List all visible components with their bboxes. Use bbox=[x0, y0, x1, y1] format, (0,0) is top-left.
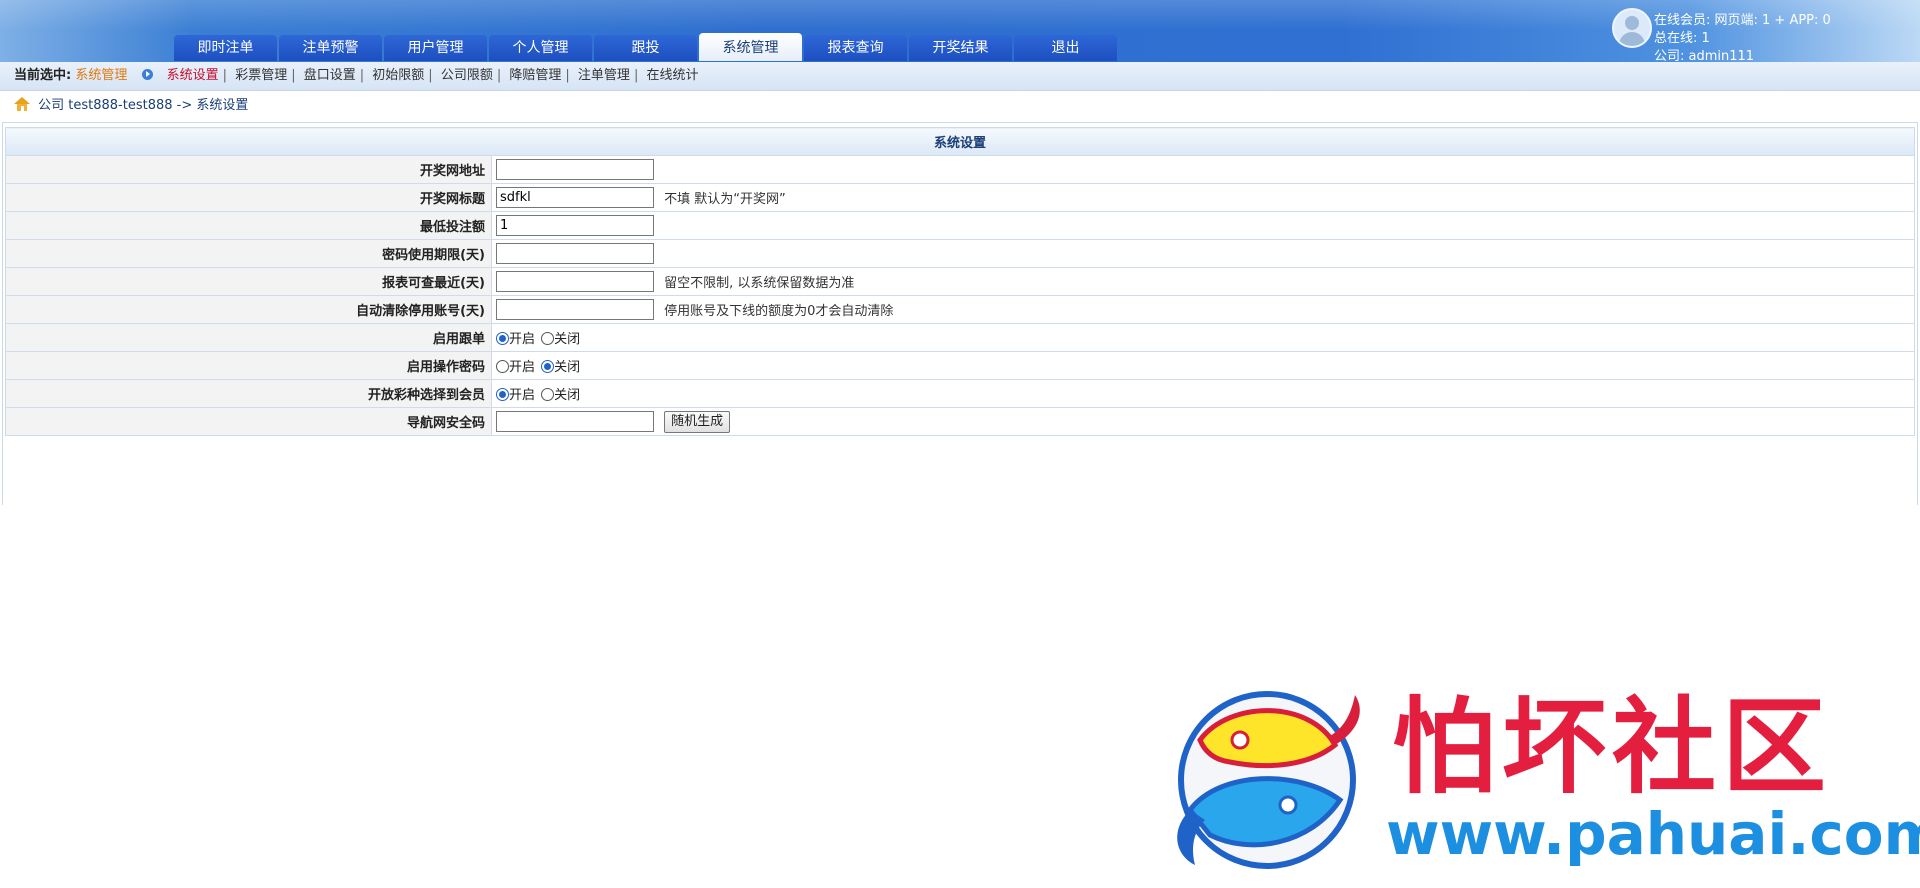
enable-follow-radio-group: 开启 关闭 bbox=[496, 328, 582, 347]
tab-follow-bet[interactable]: 跟投 bbox=[594, 35, 697, 61]
tab-realtime-bets[interactable]: 即时注单 bbox=[174, 35, 277, 61]
radio-label-on: 开启 bbox=[509, 388, 536, 403]
setting-row-min-bet: 最低投注额 bbox=[5, 211, 1915, 240]
tab-bet-warning[interactable]: 注单预警 bbox=[279, 35, 382, 61]
draw-site-title-input[interactable] bbox=[496, 187, 654, 208]
enable-follow-off-radio[interactable] bbox=[541, 332, 555, 345]
tab-logout[interactable]: 退出 bbox=[1014, 35, 1117, 61]
tab-draw-results[interactable]: 开奖结果 bbox=[909, 35, 1012, 61]
current-selection-value: 系统管理 bbox=[75, 68, 128, 83]
setting-row-operation-password: 启用操作密码 开启 关闭 bbox=[5, 351, 1915, 380]
subnav-link-handicap-settings[interactable]: 盘口设置 bbox=[304, 68, 356, 83]
main-nav-tabs: 即时注单 注单预警 用户管理 个人管理 跟投 系统管理 报表查询 开奖结果 退出 bbox=[174, 33, 1119, 61]
setting-label: 自动清除停用账号(天) bbox=[5, 295, 492, 324]
settings-title: 系统设置 bbox=[5, 127, 1915, 156]
report-days-hint: 留空不限制, 以系统保留数据为准 bbox=[664, 276, 855, 291]
member-lottery-choice-off-radio[interactable] bbox=[541, 388, 555, 401]
member-lottery-choice-on-radio[interactable] bbox=[496, 388, 509, 401]
top-header: 即时注单 注单预警 用户管理 个人管理 跟投 系统管理 报表查询 开奖结果 退出… bbox=[0, 0, 1920, 64]
tab-user-management[interactable]: 用户管理 bbox=[384, 35, 487, 61]
setting-row-member-lottery-choice: 开放彩种选择到会员 开启 关闭 bbox=[5, 379, 1915, 408]
draw-site-title-hint: 不填 默认为“开奖网” bbox=[664, 192, 786, 207]
setting-label: 开奖网地址 bbox=[5, 155, 492, 184]
setting-value-cell: 留空不限制, 以系统保留数据为准 bbox=[491, 267, 1915, 296]
settings-table: 系统设置 开奖网地址 开奖网标题 不填 默认为“开奖网” 最低投注额 密码使用期… bbox=[5, 127, 1915, 436]
settings-panel: 系统设置 开奖网地址 开奖网标题 不填 默认为“开奖网” 最低投注额 密码使用期… bbox=[2, 122, 1918, 505]
tab-system-management[interactable]: 系统管理 bbox=[699, 33, 802, 61]
setting-label: 密码使用期限(天) bbox=[5, 239, 492, 268]
subnav-link-odds-reduction[interactable]: 降赔管理 bbox=[509, 68, 561, 83]
watermark-title: 怕坏社区 bbox=[1392, 685, 1833, 808]
user-info-panel: 在线会员: 网页端: 1 + APP: 0 总在线: 1 公司: admin11… bbox=[1612, 8, 1912, 64]
home-icon bbox=[14, 97, 30, 111]
setting-value-cell bbox=[491, 211, 1915, 240]
subnav-link-company-limits[interactable]: 公司限额 bbox=[441, 68, 493, 83]
setting-row-nav-security-code: 导航网安全码 随机生成 bbox=[5, 407, 1915, 436]
watermark-url: www.pahuai.com bbox=[1386, 800, 1920, 868]
report-days-input[interactable] bbox=[496, 271, 654, 292]
enable-follow-on-radio[interactable] bbox=[496, 332, 509, 345]
subnav-link-online-stats[interactable]: 在线统计 bbox=[646, 68, 698, 83]
tab-personal-management[interactable]: 个人管理 bbox=[489, 35, 592, 61]
setting-label: 最低投注额 bbox=[5, 211, 492, 240]
member-lottery-choice-radio-group: 开启 关闭 bbox=[496, 384, 582, 403]
setting-value-cell: 不填 默认为“开奖网” bbox=[491, 183, 1915, 212]
setting-value-cell: 开启 关闭 bbox=[491, 379, 1915, 408]
breadcrumb-text: 公司 test888-test888 -> 系统设置 bbox=[38, 98, 249, 113]
subnav-link-system-settings[interactable]: 系统设置 bbox=[167, 68, 219, 83]
setting-label: 开放彩种选择到会员 bbox=[5, 379, 492, 408]
watermark: 怕坏社区 www.pahuai.com bbox=[1160, 670, 1920, 880]
setting-value-cell: 开启 关闭 bbox=[491, 323, 1915, 352]
operation-password-off-radio[interactable] bbox=[541, 360, 555, 373]
setting-row-report-days: 报表可查最近(天) 留空不限制, 以系统保留数据为准 bbox=[5, 267, 1915, 296]
setting-value-cell: 开启 关闭 bbox=[491, 351, 1915, 380]
draw-site-url-input[interactable] bbox=[496, 159, 654, 180]
settings-title-row: 系统设置 bbox=[5, 127, 1915, 156]
auto-clear-accounts-input[interactable] bbox=[496, 299, 654, 320]
radio-label-on: 开启 bbox=[509, 360, 536, 375]
setting-value-cell: 随机生成 bbox=[491, 407, 1915, 436]
setting-label: 开奖网标题 bbox=[5, 183, 492, 212]
setting-row-password-expiry: 密码使用期限(天) bbox=[5, 239, 1915, 268]
current-selection-label: 当前选中: bbox=[14, 68, 72, 83]
radio-label-on: 开启 bbox=[509, 332, 536, 347]
radio-label-off: 关闭 bbox=[554, 388, 581, 403]
sub-nav-bar: 当前选中: 系统管理 系统设置 | 彩票管理 | 盘口设置 | 初始限额 | 公司限额 |… bbox=[0, 62, 1920, 91]
tab-report-query[interactable]: 报表查询 bbox=[804, 35, 907, 61]
radio-label-off: 关闭 bbox=[554, 360, 581, 375]
operation-password-radio-group: 开启 关闭 bbox=[496, 356, 582, 375]
online-members-text: 在线会员: 网页端: 1 + APP: 0 bbox=[1654, 13, 1831, 28]
password-expiry-input[interactable] bbox=[496, 243, 654, 264]
nav-security-code-input[interactable] bbox=[496, 411, 654, 432]
radio-label-off: 关闭 bbox=[554, 332, 581, 347]
setting-value-cell bbox=[491, 155, 1915, 184]
fish-logo-icon bbox=[1177, 691, 1360, 869]
breadcrumb: 公司 test888-test888 -> 系统设置 bbox=[14, 96, 248, 116]
user-avatar-icon bbox=[1612, 8, 1652, 48]
operation-password-on-radio[interactable] bbox=[496, 360, 509, 373]
setting-row-auto-clear-accounts: 自动清除停用账号(天) 停用账号及下线的额度为0才会自动清除 bbox=[5, 295, 1915, 324]
auto-clear-accounts-hint: 停用账号及下线的额度为0才会自动清除 bbox=[664, 304, 894, 319]
setting-row-draw-site-url: 开奖网地址 bbox=[5, 155, 1915, 184]
subnav-link-bet-management[interactable]: 注单管理 bbox=[578, 68, 630, 83]
setting-value-cell bbox=[491, 239, 1915, 268]
total-online-text: 总在线: 1 bbox=[1654, 31, 1710, 46]
min-bet-input[interactable] bbox=[496, 215, 654, 236]
setting-label: 报表可查最近(天) bbox=[5, 267, 492, 296]
setting-label: 导航网安全码 bbox=[5, 407, 492, 436]
subnav-link-initial-limits[interactable]: 初始限额 bbox=[372, 68, 424, 83]
random-generate-button[interactable]: 随机生成 bbox=[664, 410, 731, 433]
setting-value-cell: 停用账号及下线的额度为0才会自动清除 bbox=[491, 295, 1915, 324]
arrow-right-circle-icon bbox=[141, 69, 153, 80]
setting-label: 启用跟单 bbox=[5, 323, 492, 352]
setting-label: 启用操作密码 bbox=[5, 351, 492, 380]
setting-row-enable-follow: 启用跟单 开启 关闭 bbox=[5, 323, 1915, 352]
setting-row-draw-site-title: 开奖网标题 不填 默认为“开奖网” bbox=[5, 183, 1915, 212]
subnav-link-lottery-management[interactable]: 彩票管理 bbox=[235, 68, 287, 83]
